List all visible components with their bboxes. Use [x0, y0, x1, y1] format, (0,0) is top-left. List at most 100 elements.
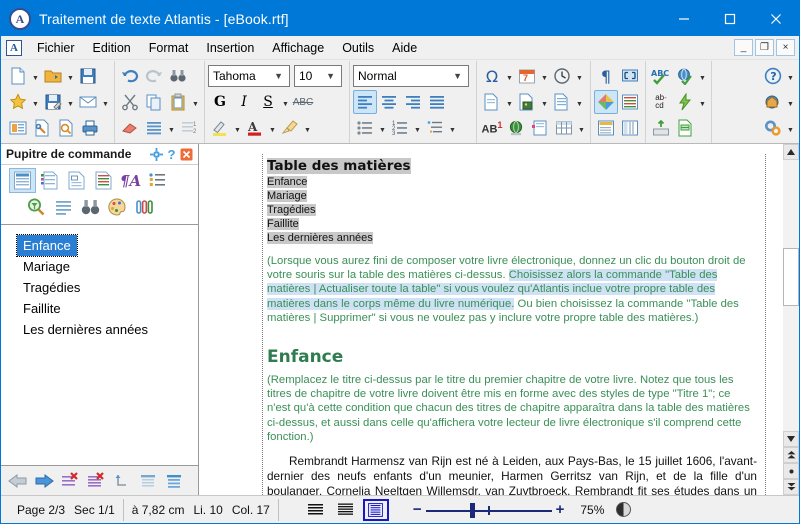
insert-date-button[interactable]: 7	[515, 64, 539, 88]
ruler-button[interactable]	[618, 116, 642, 140]
italic-button[interactable]: I	[232, 90, 256, 114]
send-mail-dropdown[interactable]: ▼	[100, 90, 111, 114]
list-item-tragedies[interactable]: Tragédies	[1, 277, 198, 298]
format-painter-button[interactable]	[142, 116, 166, 140]
zoom-control[interactable]: − + 75%	[399, 499, 640, 521]
mdi-close-button[interactable]: ×	[776, 39, 795, 56]
new-document-dropdown[interactable]: ▼	[30, 64, 41, 88]
paintbrush-button[interactable]	[278, 116, 302, 140]
next-page-button[interactable]	[783, 479, 799, 495]
list-styles-button[interactable]	[144, 168, 171, 193]
list-item-faillite[interactable]: Faillite	[1, 298, 198, 319]
menu-item-affichage[interactable]: Affichage	[263, 38, 333, 58]
scrollbar-thumb[interactable]	[783, 248, 799, 306]
align-justify-button[interactable]	[425, 90, 449, 114]
favorites-button[interactable]	[6, 90, 30, 114]
bold-button[interactable]: G	[208, 90, 232, 114]
formatting-list-button[interactable]	[90, 168, 117, 193]
position-status[interactable]: à 7,82 cm Li. 10 Col. 17	[122, 498, 278, 521]
insert-object-dropdown[interactable]: ▼	[574, 90, 585, 114]
help-button[interactable]: ?	[761, 64, 785, 88]
font-size-combo[interactable]: 10 ▼	[294, 65, 342, 87]
contrast-icon[interactable]	[616, 502, 632, 517]
cut-button[interactable]	[118, 90, 142, 114]
scrollbar-track[interactable]	[783, 160, 799, 431]
zoom-thumb[interactable]	[469, 502, 475, 518]
web-view-button[interactable]	[333, 499, 359, 521]
vertical-scrollbar[interactable]	[782, 144, 799, 495]
font-name-combo[interactable]: Tahoma ▼	[208, 65, 290, 87]
page-setup-button[interactable]	[6, 116, 30, 140]
insert-object-button[interactable]	[550, 90, 574, 114]
save-as-dropdown[interactable]: ▼	[65, 90, 76, 114]
back-button[interactable]	[5, 468, 31, 493]
document-map-button[interactable]	[618, 90, 642, 114]
list-item-enfance[interactable]: Enfance	[16, 234, 78, 257]
insert-table-dropdown[interactable]: ▼	[576, 116, 587, 140]
insert-time-dropdown[interactable]: ▼	[574, 64, 585, 88]
multilevel-list-dropdown[interactable]: ▼	[447, 116, 458, 140]
mail-merge-button[interactable]	[673, 116, 697, 140]
print-preview-button[interactable]	[54, 116, 78, 140]
open-dropdown[interactable]: ▼	[65, 64, 76, 88]
multilevel-list-button[interactable]	[423, 116, 447, 140]
insert-file-button[interactable]	[480, 90, 504, 114]
insert-table-button[interactable]	[552, 116, 576, 140]
outline-list[interactable]: Enfance Mariage Tragédies Faillite Les d…	[1, 225, 198, 465]
symbol-dropdown[interactable]: ▼	[504, 64, 515, 88]
text-body[interactable]: Table des matières Enfance Mariage Tragé…	[262, 154, 766, 495]
scroll-up-button[interactable]	[783, 144, 799, 160]
minimize-button[interactable]	[661, 1, 707, 36]
mdi-restore-button[interactable]: ❐	[755, 39, 774, 56]
font-styles-button[interactable]: ¶A	[117, 168, 144, 193]
highlight-dropdown[interactable]: ▼	[232, 116, 243, 140]
full-screen-button[interactable]	[618, 64, 642, 88]
send-mail-button[interactable]	[76, 90, 100, 114]
panel-close-button[interactable]	[179, 147, 194, 162]
strikethrough-button[interactable]: ABC	[291, 90, 315, 114]
eraser-button[interactable]	[118, 116, 142, 140]
underline-dropdown[interactable]: ▼	[280, 90, 291, 114]
menu-item-aide[interactable]: Aide	[383, 38, 426, 58]
normal-view-button[interactable]	[303, 499, 329, 521]
document-properties-button[interactable]	[30, 116, 54, 140]
save-button[interactable]	[76, 64, 100, 88]
zoom-slider[interactable]	[425, 502, 552, 518]
document-info-button[interactable]	[63, 168, 90, 193]
outline-view-button[interactable]	[9, 168, 36, 193]
paintbrush-dropdown[interactable]: ▼	[302, 116, 313, 140]
underline-button[interactable]: S	[256, 90, 280, 114]
color-scheme-button[interactable]	[594, 90, 618, 114]
menu-item-insertion[interactable]: Insertion	[197, 38, 263, 58]
style-combo[interactable]: Normal ▼	[353, 65, 469, 87]
paragraph-lines-button[interactable]	[50, 195, 77, 220]
clips-button[interactable]	[131, 195, 158, 220]
find-button[interactable]	[166, 64, 190, 88]
bullet-list-dropdown[interactable]: ▼	[377, 116, 388, 140]
help-dropdown[interactable]: ▼	[785, 64, 796, 88]
redo-button[interactable]	[142, 64, 166, 88]
show-marks-button[interactable]: ¶	[594, 64, 618, 88]
power-typing-dropdown[interactable]: ▼	[697, 90, 708, 114]
expand-button[interactable]	[161, 468, 187, 493]
save-as-button[interactable]	[41, 90, 65, 114]
forward-button[interactable]	[31, 468, 57, 493]
menu-item-format[interactable]: Format	[140, 38, 198, 58]
font-color-button[interactable]: A	[243, 116, 267, 140]
insert-picture-button[interactable]	[515, 90, 539, 114]
power-typing-button[interactable]	[673, 90, 697, 114]
autotext-button[interactable]	[649, 116, 673, 140]
delete-item-button[interactable]	[57, 468, 83, 493]
menu-item-edition[interactable]: Edition	[84, 38, 140, 58]
copy-button[interactable]	[142, 90, 166, 114]
highlight-button[interactable]	[208, 116, 232, 140]
mdi-minimize-button[interactable]: _	[734, 39, 753, 56]
maximize-button[interactable]	[707, 1, 753, 36]
bullet-list-button[interactable]	[353, 116, 377, 140]
home-page-button[interactable]	[761, 90, 785, 114]
language-button[interactable]	[673, 64, 697, 88]
print-button[interactable]	[78, 116, 102, 140]
list-item-dernieres-annees[interactable]: Les dernières années	[1, 319, 198, 340]
menu-item-fichier[interactable]: Fichier	[28, 38, 84, 58]
align-right-button[interactable]	[401, 90, 425, 114]
